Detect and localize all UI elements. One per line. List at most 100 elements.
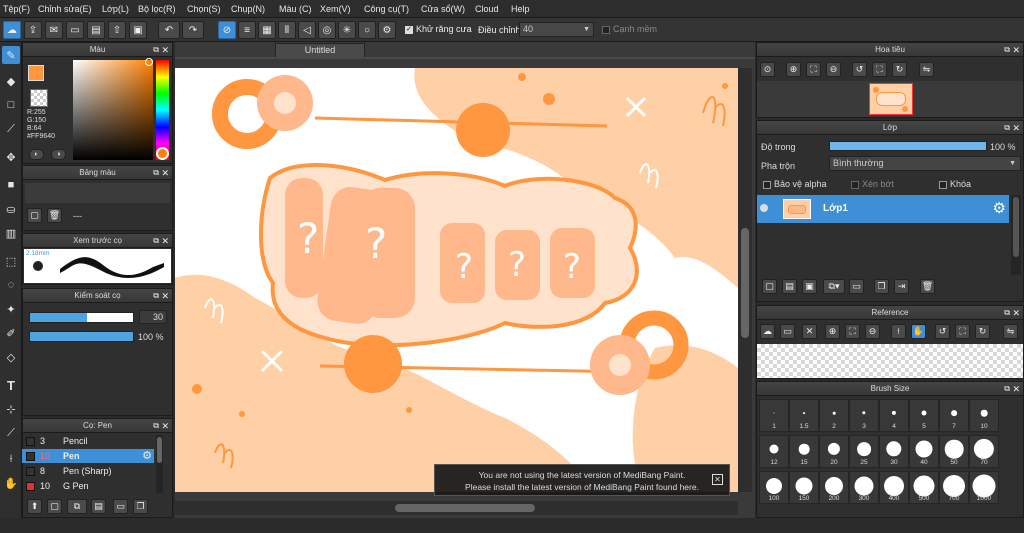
scroll-thumb[interactable] bbox=[157, 437, 162, 463]
new-palette-icon[interactable]: ▢ bbox=[27, 208, 42, 223]
reset-rotation-icon[interactable]: ⛶ bbox=[872, 62, 887, 77]
bucket-tool-icon[interactable]: ⛀ bbox=[2, 200, 20, 218]
brush-size-option[interactable]: 1000 bbox=[969, 471, 999, 504]
add-layer-dropdown-icon[interactable]: ⧉▾ bbox=[823, 279, 845, 294]
settings-brush-icon[interactable]: ▤ bbox=[91, 499, 106, 514]
open-folder-icon[interactable]: ▭ bbox=[780, 324, 795, 339]
brush-list-scrollbar[interactable] bbox=[156, 435, 163, 493]
brush-size-option[interactable]: 15 bbox=[789, 435, 819, 468]
move-tool-icon[interactable]: ✥ bbox=[2, 148, 20, 166]
horizontal-scroll-thumb[interactable] bbox=[395, 504, 535, 512]
layer-row[interactable]: Lớp1 ⚙ bbox=[757, 195, 1009, 223]
menu-edit[interactable]: Chỉnh sửa(E) bbox=[38, 4, 92, 14]
close-icon[interactable]: ✕ bbox=[161, 234, 169, 248]
popout-icon[interactable]: ⧉ bbox=[1004, 43, 1010, 57]
magic-wand-icon[interactable]: ✦ bbox=[2, 300, 20, 318]
brush-size-option[interactable]: 500 bbox=[909, 471, 939, 504]
brush-list-item[interactable]: 3 Pencil bbox=[22, 434, 154, 448]
new-halftone-layer-icon[interactable]: ▤ bbox=[782, 279, 797, 294]
brush-size-option[interactable]: 10 bbox=[969, 399, 999, 432]
popout-icon[interactable]: ⧉ bbox=[153, 43, 159, 57]
settings-gear-icon[interactable]: ⚙ bbox=[378, 21, 396, 39]
reset-rotation-icon[interactable]: ⛶ bbox=[955, 324, 970, 339]
close-reference-icon[interactable]: ✕ bbox=[802, 324, 817, 339]
close-icon[interactable]: ✕ bbox=[161, 43, 169, 57]
soft-edge-checkbox[interactable]: Cạnh mềm bbox=[602, 24, 657, 34]
radial-guide-icon[interactable]: ✳ bbox=[338, 21, 356, 39]
menu-layer[interactable]: Lớp(L) bbox=[102, 4, 129, 14]
layer-list-scrollbar[interactable] bbox=[1011, 195, 1021, 275]
zoom-out-icon[interactable]: ⊖ bbox=[826, 62, 841, 77]
fill-shape-icon[interactable]: ■ bbox=[2, 176, 20, 194]
brush-settings-gear-icon[interactable]: ⚙ bbox=[142, 449, 152, 463]
brush-size-input[interactable]: 30 bbox=[139, 310, 167, 324]
rotate-right-icon[interactable]: ↻ bbox=[975, 324, 990, 339]
menu-filter[interactable]: Bộ lọc(R) bbox=[138, 4, 176, 14]
brush-size-option[interactable]: 30 bbox=[879, 435, 909, 468]
close-icon[interactable]: ✕ bbox=[161, 166, 169, 180]
popout-icon[interactable]: ⧉ bbox=[153, 289, 159, 303]
hand-tool-icon[interactable]: ✋ bbox=[2, 474, 20, 492]
rotate-left-icon[interactable]: ↺ bbox=[852, 62, 867, 77]
antialias-checkbox[interactable]: ✓ Khử răng cưa bbox=[405, 24, 472, 34]
eyedropper-icon[interactable]: ⟊ bbox=[891, 324, 906, 339]
menu-color[interactable]: Màu (C) bbox=[279, 4, 312, 14]
zoom-out-icon[interactable]: ⊖ bbox=[865, 324, 880, 339]
operation-tool-icon[interactable]: ⊹ bbox=[2, 400, 20, 418]
brush-size-option[interactable]: 3 bbox=[849, 399, 879, 432]
perspective-guide-icon[interactable]: ◁ bbox=[298, 21, 316, 39]
close-icon[interactable]: ✕ bbox=[1012, 121, 1020, 135]
brush-size-option[interactable]: 5 bbox=[909, 399, 939, 432]
pen-line-icon[interactable]: ⟋ bbox=[2, 120, 20, 138]
brush-size-option[interactable]: 100 bbox=[759, 471, 789, 504]
popout-icon[interactable]: ⧉ bbox=[1004, 121, 1010, 135]
layer-folder-icon[interactable]: ▭ bbox=[849, 279, 864, 294]
new-layer-icon[interactable]: ▢ bbox=[762, 279, 777, 294]
select-tool-icon[interactable]: ⬚ bbox=[2, 252, 20, 270]
brush-list-item[interactable]: 10 Pen ⚙ bbox=[22, 449, 154, 463]
hand-tool-icon[interactable]: ✋ bbox=[911, 324, 926, 339]
brush-list-item[interactable]: 10 G Pen bbox=[22, 479, 154, 493]
brush-size-option[interactable]: 1.5 bbox=[789, 399, 819, 432]
zoom-in-icon[interactable]: ⊕ bbox=[786, 62, 801, 77]
flip-icon[interactable]: ⇋ bbox=[1003, 324, 1018, 339]
brush-size-option[interactable]: 150 bbox=[789, 471, 819, 504]
menu-file[interactable]: Tệp(F) bbox=[3, 4, 30, 14]
folder-icon[interactable]: ▭ bbox=[113, 499, 128, 514]
new-brush-icon[interactable]: ▢ bbox=[47, 499, 62, 514]
text-tool-icon[interactable]: T bbox=[2, 376, 20, 394]
brush-size-slider[interactable] bbox=[29, 312, 134, 323]
lock-checkbox[interactable]: Khóa bbox=[939, 179, 971, 189]
parallel-guide-icon[interactable]: ≡ bbox=[238, 21, 256, 39]
vertical-scrollbar[interactable] bbox=[738, 68, 752, 492]
brush-size-option[interactable]: 4 bbox=[879, 399, 909, 432]
navigator-thumbnail[interactable] bbox=[869, 83, 913, 115]
saturation-value-picker[interactable] bbox=[73, 60, 153, 160]
rotate-right-icon[interactable]: ↻ bbox=[892, 62, 907, 77]
protect-alpha-checkbox[interactable]: Bảo vệ alpha bbox=[763, 179, 827, 189]
divide-tool-icon[interactable]: ⟋ bbox=[2, 424, 20, 442]
layer-settings-gear-icon[interactable]: ⚙ bbox=[993, 199, 1006, 217]
brush-size-option[interactable]: 20 bbox=[819, 435, 849, 468]
comment-icon[interactable]: ✉ bbox=[45, 21, 63, 39]
update-notice[interactable]: You are not using the latest version of … bbox=[434, 464, 730, 496]
tab-untitled[interactable]: Untitled bbox=[275, 43, 365, 57]
no-guide-icon[interactable]: ⊘ bbox=[218, 21, 236, 39]
foreground-color-swatch[interactable] bbox=[28, 65, 44, 81]
cloud-icon[interactable]: ☁ bbox=[3, 21, 21, 39]
brush-size-option[interactable]: 70 bbox=[969, 435, 999, 468]
grid-guide-icon[interactable]: ▦ bbox=[258, 21, 276, 39]
menu-tools[interactable]: Công cụ(T) bbox=[364, 4, 409, 14]
reference-image-area[interactable] bbox=[757, 344, 1023, 378]
popout-icon[interactable]: ⧉ bbox=[153, 166, 159, 180]
fit-screen-icon[interactable]: ⛶ bbox=[806, 62, 821, 77]
brush-size-option[interactable]: 50 bbox=[939, 435, 969, 468]
close-icon[interactable]: ✕ bbox=[1012, 382, 1020, 396]
duplicate-brush-icon[interactable]: ❐ bbox=[133, 499, 148, 514]
document-icon[interactable]: ▤ bbox=[87, 21, 105, 39]
brush-tool-icon[interactable]: ✎ bbox=[2, 46, 20, 64]
close-icon[interactable]: ✕ bbox=[1012, 306, 1020, 320]
delete-layer-icon[interactable]: 🗑 bbox=[920, 279, 935, 294]
menu-help[interactable]: Help bbox=[511, 4, 530, 14]
gradient-tool-icon[interactable]: ▥ bbox=[2, 224, 20, 242]
